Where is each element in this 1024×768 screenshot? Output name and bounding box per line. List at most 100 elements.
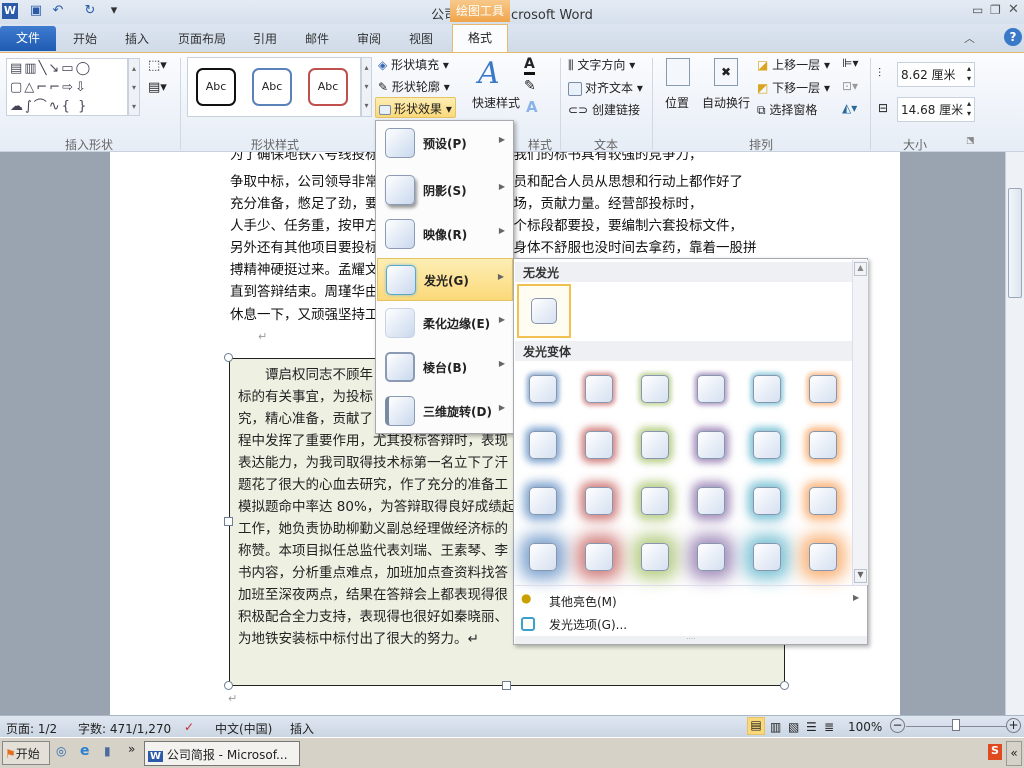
tab-view[interactable]: 视图	[400, 27, 442, 51]
glow-variant-option[interactable]	[809, 543, 837, 571]
menu-resize-grip[interactable]: ····	[515, 636, 867, 644]
send-backward-button[interactable]: ◩ 下移一层 ▾	[757, 79, 830, 96]
selection-pane-button[interactable]: ⧉ 选择窗格	[757, 101, 817, 118]
shape-fill-button[interactable]: ◈ 形状填充 ▾	[378, 56, 449, 73]
glow-variant-option[interactable]	[753, 431, 781, 459]
print-layout-icon[interactable]: ▤	[747, 717, 765, 735]
proofing-icon[interactable]: ✓	[184, 720, 194, 734]
word-count[interactable]: 字数: 471/1,270	[78, 720, 171, 737]
quicklaunch-icon[interactable]: ◎	[56, 744, 66, 758]
menu-item-preset[interactable]: 预设(P) ▶	[377, 122, 513, 165]
text-fill-icon[interactable]: A	[524, 56, 535, 75]
menu-item-bevel[interactable]: 棱台(B) ▶	[377, 346, 513, 389]
glow-variant-option[interactable]	[641, 431, 669, 459]
glow-variant-option[interactable]	[585, 431, 613, 459]
help-icon[interactable]: ?	[1004, 28, 1022, 46]
glow-variant-option[interactable]	[697, 487, 725, 515]
tab-page-layout[interactable]: 页面布局	[172, 27, 232, 51]
zoom-level[interactable]: 100%	[848, 720, 882, 734]
close-icon[interactable]: ✕	[1008, 2, 1019, 17]
text-effects-icon[interactable]: A	[526, 98, 538, 116]
shapes-gallery-scroll[interactable]: ▴ ▾ ▾	[128, 58, 140, 116]
styles-gallery-scroll[interactable]: ▴ ▾ ▾	[361, 57, 372, 117]
width-input[interactable]: 14.68 厘米 ▴ ▾	[897, 97, 975, 122]
gallery-scrollbar[interactable]: ▲ ▼	[852, 260, 868, 585]
glow-variant-option[interactable]	[529, 431, 557, 459]
draft-icon[interactable]: ≣	[824, 720, 834, 734]
resize-handle[interactable]	[224, 517, 233, 526]
glow-variant-option[interactable]	[529, 375, 557, 403]
page-count[interactable]: 页面: 1/2	[6, 720, 57, 737]
height-input[interactable]: 8.62 厘米 ▴ ▾	[897, 62, 975, 87]
text-direction-button[interactable]: ⫼ 文字方向 ▾	[568, 56, 635, 73]
shapes-gallery[interactable]: ▤▥╲↘▭◯ ▢△⌐⌐⇨⇩ ☁∫⌒∿{ }	[6, 58, 128, 116]
shape-outline-button[interactable]: ✎ 形状轮廓 ▾	[378, 78, 450, 95]
outline-icon[interactable]: ☰	[806, 720, 817, 734]
shape-style-blue[interactable]: Abc	[252, 68, 292, 106]
restore-icon[interactable]: ❐	[990, 3, 1001, 17]
shape-effects-button[interactable]: 形状效果 ▾	[375, 97, 456, 118]
position-button[interactable]: 位置	[665, 94, 689, 111]
reading-layout-icon[interactable]: ▥	[770, 720, 781, 734]
quick-styles-button[interactable]: 快速样式	[472, 94, 520, 111]
glow-variant-option[interactable]	[641, 375, 669, 403]
glow-variant-option[interactable]	[585, 487, 613, 515]
create-link-button[interactable]: ⊂⊃ 创建链接	[568, 101, 640, 118]
ie-icon[interactable]: e	[80, 743, 90, 759]
align-icon[interactable]: ⊫▾	[842, 56, 858, 70]
minimize-icon[interactable]: ▭	[972, 3, 983, 17]
glow-options-item[interactable]: 发光选项(G)...	[515, 612, 867, 636]
vertical-scrollbar[interactable]	[1005, 152, 1024, 715]
tab-insert[interactable]: 插入	[116, 27, 158, 51]
scroll-up-icon[interactable]: ▲	[854, 262, 867, 276]
start-button[interactable]: ⚑开始	[2, 741, 50, 765]
text-outline-icon[interactable]: ✎	[524, 78, 536, 94]
tab-home[interactable]: 开始	[64, 27, 106, 51]
scroll-thumb[interactable]	[1008, 188, 1022, 298]
web-layout-icon[interactable]: ▧	[788, 720, 799, 734]
insert-mode[interactable]: 插入	[290, 720, 314, 737]
glow-variant-option[interactable]	[809, 487, 837, 515]
tray-app-icon[interactable]: S	[988, 744, 1002, 760]
glow-variant-option[interactable]	[697, 431, 725, 459]
more-glow-colors-item[interactable]: ● 其他亮色(M) ▶	[515, 589, 867, 613]
resize-handle[interactable]	[780, 681, 789, 690]
glow-variant-option[interactable]	[529, 543, 557, 571]
glow-variant-option[interactable]	[809, 375, 837, 403]
text-box-icon[interactable]: ▤▾	[148, 80, 167, 95]
shape-style-black[interactable]: Abc	[196, 68, 236, 106]
bring-forward-button[interactable]: ◪ 上移一层 ▾	[757, 56, 830, 73]
glow-variant-option[interactable]	[753, 375, 781, 403]
collapse-ribbon-icon[interactable]: ︿	[964, 30, 975, 46]
menu-item-reflection[interactable]: 映像(R) ▶	[377, 213, 513, 256]
tab-mailings[interactable]: 邮件	[296, 27, 338, 51]
glow-variant-option[interactable]	[641, 543, 669, 571]
group-icon[interactable]: ⊡▾	[842, 79, 858, 93]
shape-style-red[interactable]: Abc	[308, 68, 348, 106]
glow-variant-option[interactable]	[753, 543, 781, 571]
tab-format[interactable]: 格式	[452, 24, 508, 53]
glow-variant-option[interactable]	[585, 375, 613, 403]
rotate-icon[interactable]: ◭▾	[842, 101, 857, 115]
wrap-text-button[interactable]: 自动换行	[702, 94, 750, 111]
zoom-out-icon[interactable]: −	[890, 718, 905, 733]
glow-variant-option[interactable]	[529, 487, 557, 515]
menu-item-glow[interactable]: 发光(G) ▶	[377, 258, 513, 301]
tab-file[interactable]: 文件	[0, 26, 56, 51]
taskbar-word-window[interactable]: W 公司简报 - Microsof...	[144, 741, 300, 766]
menu-item-shadow[interactable]: 阴影(S) ▶	[377, 169, 513, 212]
zoom-slider-thumb[interactable]	[952, 719, 960, 731]
size-dialog-launcher-icon[interactable]: ⬔	[966, 136, 975, 146]
zoom-in-icon[interactable]: +	[1006, 718, 1021, 733]
language[interactable]: 中文(中国)	[215, 720, 272, 737]
resize-handle[interactable]	[224, 353, 233, 362]
menu-item-soft-edges[interactable]: 柔化边缘(E) ▶	[377, 302, 513, 345]
glow-variant-option[interactable]	[809, 431, 837, 459]
no-glow-option[interactable]	[517, 284, 571, 338]
tab-review[interactable]: 审阅	[348, 27, 390, 51]
glow-variant-option[interactable]	[697, 375, 725, 403]
glow-variant-option[interactable]	[753, 487, 781, 515]
glow-variant-option[interactable]	[585, 543, 613, 571]
resize-handle[interactable]	[224, 681, 233, 690]
glow-variant-option[interactable]	[641, 487, 669, 515]
